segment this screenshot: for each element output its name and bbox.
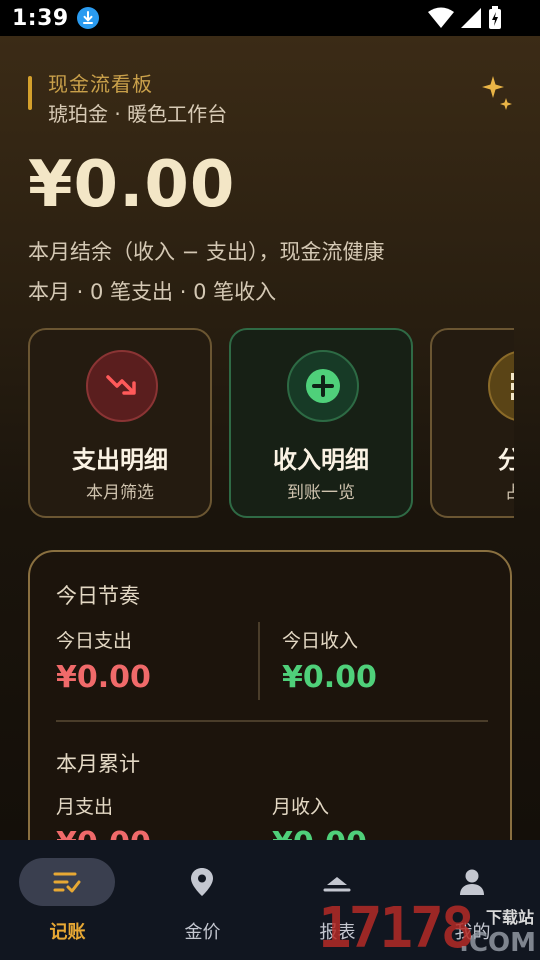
category-card[interactable]: 分类 占比	[430, 328, 514, 518]
status-bar: 1:39	[0, 0, 540, 36]
card-subtitle: 本月筛选	[86, 483, 154, 503]
nav-label: 金价	[184, 922, 221, 943]
header-subtitle: 琥珀金 · 暖色工作台	[48, 102, 228, 126]
card-title: 支出明细	[72, 446, 168, 474]
quick-cards[interactable]: 支出明细 本月筛选 收入明细 到账一览 分类 占比	[28, 328, 514, 520]
main-content[interactable]: 现金流看板 琥珀金 · 暖色工作台 ¥0.00 本月结余（收入 − 支出），现金…	[0, 36, 540, 840]
nav-item-ledger[interactable]: 记账	[0, 840, 135, 960]
header-title: 现金流看板	[48, 72, 153, 96]
download-icon	[76, 7, 99, 29]
ledger-icon	[47, 864, 87, 900]
sparkle-icon[interactable]	[482, 76, 512, 116]
status-time: 1:39	[12, 5, 69, 31]
watermark-number: 17178	[318, 896, 475, 960]
month-income-amount: ¥0.00	[272, 826, 367, 840]
today-expense-amount: ¥0.00	[56, 660, 151, 695]
battery-charging-icon	[489, 6, 501, 29]
card-subtitle: 到账一览	[287, 483, 355, 503]
report-icon	[317, 864, 357, 900]
expense-detail-card[interactable]: 支出明细 本月筛选	[28, 328, 212, 518]
today-income-amount: ¥0.00	[282, 660, 377, 695]
site-watermark: 17178 下载站 .COM	[318, 898, 540, 960]
divider	[56, 720, 488, 722]
watermark-site: 下载站	[485, 908, 534, 927]
card-subtitle: 占比	[505, 483, 514, 503]
income-detail-card[interactable]: 收入明细 到账一览	[229, 328, 413, 518]
trend-down-icon	[86, 350, 158, 422]
balance-stats: 本月 · 0 笔支出 · 0 笔收入	[28, 280, 277, 304]
card-title: 分类	[498, 446, 514, 474]
month-expense-amount: ¥0.00	[56, 826, 151, 840]
month-title: 本月累计	[56, 752, 140, 776]
person-icon	[452, 864, 492, 900]
nav-item-gold-price[interactable]: 金价	[135, 840, 270, 960]
month-expense-label: 月支出	[56, 796, 114, 818]
summary-panel: 今日节奏 今日支出 ¥0.00 今日收入 ¥0.00 本月累计 月支出 ¥0.0…	[28, 550, 512, 840]
signal-icon	[461, 8, 481, 28]
card-title: 收入明细	[273, 446, 369, 474]
today-title: 今日节奏	[56, 584, 140, 608]
plus-circle-icon	[287, 350, 359, 422]
month-income-label: 月收入	[272, 796, 330, 818]
status-icons	[428, 6, 502, 30]
divider	[258, 622, 260, 700]
nav-label: 记账	[49, 922, 86, 943]
balance-amount: ¥0.00	[28, 148, 236, 222]
header-accent-bar	[28, 76, 32, 110]
today-expense-label: 今日支出	[56, 630, 133, 652]
location-pin-icon	[182, 864, 222, 900]
list-icon	[488, 350, 514, 422]
balance-description: 本月结余（收入 − 支出），现金流健康	[28, 240, 385, 264]
wifi-icon	[428, 7, 454, 28]
today-income-label: 今日收入	[282, 630, 359, 652]
watermark-domain: .COM	[459, 928, 536, 958]
